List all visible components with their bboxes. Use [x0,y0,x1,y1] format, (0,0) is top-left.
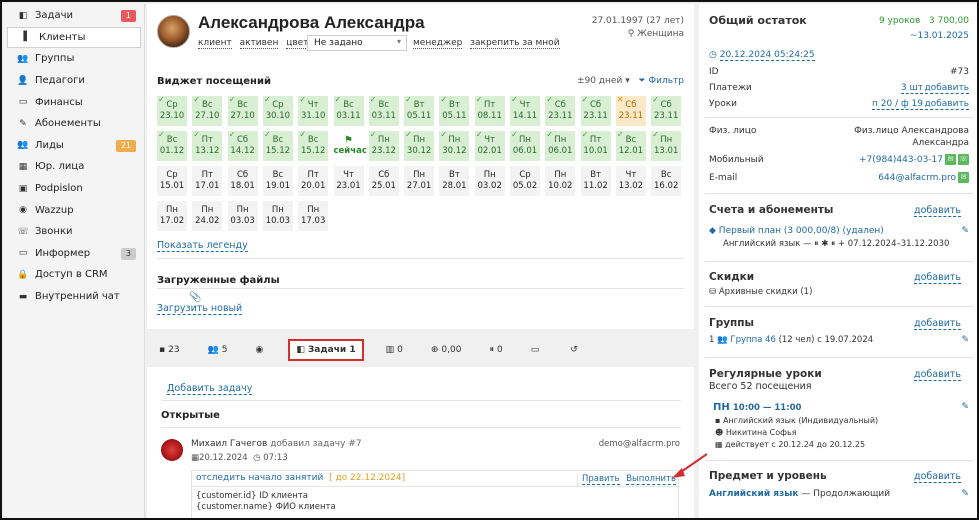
annotation-arrow [672,453,708,478]
app-frame: ◧ Задачи 1 ▌ Клиенты 👥 Группы 👤 Педагоги ▭ Финансы… [0,0,979,520]
